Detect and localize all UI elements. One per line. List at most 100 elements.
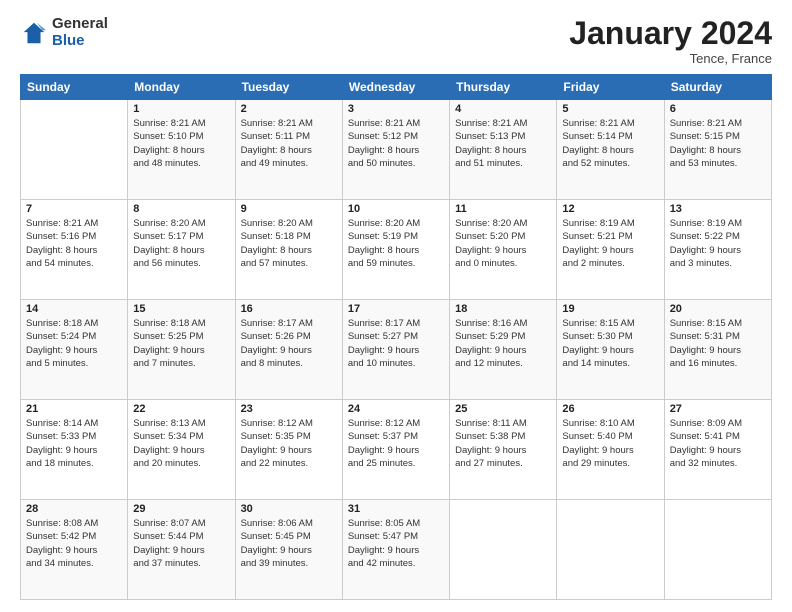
- week-row-4: 21 Sunrise: 8:14 AM Sunset: 5:33 PM Dayli…: [21, 400, 772, 500]
- day-number: 17: [348, 303, 444, 315]
- day-detail: Sunrise: 8:17 AM Sunset: 5:27 PM Dayligh…: [348, 317, 444, 370]
- day-detail: Sunrise: 8:18 AM Sunset: 5:25 PM Dayligh…: [133, 317, 229, 370]
- day-number: 10: [348, 203, 444, 215]
- calendar-cell: 11Sunrise: 8:20 AM Sunset: 5:20 PM Dayli…: [450, 200, 557, 300]
- week-row-1: 1 Sunrise: 8:21 AM Sunset: 5:10 PM Daylig…: [21, 100, 772, 200]
- calendar-cell: 10 Sunrise: 8:20 AM Sunset: 5:19 PM Dayli…: [342, 200, 449, 300]
- calendar-table: SundayMondayTuesdayWednesdayThursdayFrid…: [20, 74, 772, 600]
- calendar-cell: 31 Sunrise: 8:05 AM Sunset: 5:47 PM Dayli…: [342, 500, 449, 600]
- logo-blue-text: Blue: [52, 33, 108, 50]
- day-detail: Sunrise: 8:21 AM Sunset: 5:15 PM Dayligh…: [670, 117, 766, 170]
- day-detail: Sunrise: 8:06 AM Sunset: 5:45 PM Dayligh…: [241, 517, 337, 570]
- day-number: 27: [670, 403, 766, 415]
- day-number: 31: [348, 503, 444, 515]
- day-number: 3: [348, 103, 444, 115]
- day-number: 24: [348, 403, 444, 415]
- day-number: 29: [133, 503, 229, 515]
- day-number: 15: [133, 303, 229, 315]
- day-number: 19: [562, 303, 658, 315]
- calendar-cell: 5 Sunrise: 8:21 AM Sunset: 5:14 PM Daylig…: [557, 100, 664, 200]
- day-header-sunday: Sunday: [21, 75, 128, 100]
- calendar-cell: 28Sunrise: 8:08 AM Sunset: 5:42 PM Dayli…: [21, 500, 128, 600]
- day-header-saturday: Saturday: [664, 75, 771, 100]
- calendar-cell: 30 Sunrise: 8:06 AM Sunset: 5:45 PM Dayli…: [235, 500, 342, 600]
- calendar-cell: [450, 500, 557, 600]
- day-number: 28: [26, 503, 122, 515]
- day-detail: Sunrise: 8:15 AM Sunset: 5:30 PM Dayligh…: [562, 317, 658, 370]
- calendar-cell: 17 Sunrise: 8:17 AM Sunset: 5:27 PM Dayli…: [342, 300, 449, 400]
- week-row-5: 28Sunrise: 8:08 AM Sunset: 5:42 PM Dayli…: [21, 500, 772, 600]
- calendar-cell: 4Sunrise: 8:21 AM Sunset: 5:13 PM Daylig…: [450, 100, 557, 200]
- day-detail: Sunrise: 8:21 AM Sunset: 5:16 PM Dayligh…: [26, 217, 122, 270]
- calendar-cell: 23Sunrise: 8:12 AM Sunset: 5:35 PM Dayli…: [235, 400, 342, 500]
- day-detail: Sunrise: 8:09 AM Sunset: 5:41 PM Dayligh…: [670, 417, 766, 470]
- calendar-cell: 21 Sunrise: 8:14 AM Sunset: 5:33 PM Dayli…: [21, 400, 128, 500]
- calendar-cell: [557, 500, 664, 600]
- logo-general-text: General: [52, 16, 108, 33]
- day-detail: Sunrise: 8:15 AM Sunset: 5:31 PM Dayligh…: [670, 317, 766, 370]
- day-detail: Sunrise: 8:21 AM Sunset: 5:14 PM Dayligh…: [562, 117, 658, 170]
- day-detail: Sunrise: 8:13 AM Sunset: 5:34 PM Dayligh…: [133, 417, 229, 470]
- calendar-cell: [664, 500, 771, 600]
- day-number: 7: [26, 203, 122, 215]
- day-number: 20: [670, 303, 766, 315]
- calendar-cell: 26Sunrise: 8:10 AM Sunset: 5:40 PM Dayli…: [557, 400, 664, 500]
- header-row: SundayMondayTuesdayWednesdayThursdayFrid…: [21, 75, 772, 100]
- day-detail: Sunrise: 8:05 AM Sunset: 5:47 PM Dayligh…: [348, 517, 444, 570]
- day-number: 21: [26, 403, 122, 415]
- calendar-cell: 13 Sunrise: 8:19 AM Sunset: 5:22 PM Dayli…: [664, 200, 771, 300]
- day-number: 16: [241, 303, 337, 315]
- day-detail: Sunrise: 8:21 AM Sunset: 5:13 PM Dayligh…: [455, 117, 551, 170]
- day-number: 22: [133, 403, 229, 415]
- day-number: 5: [562, 103, 658, 115]
- day-detail: Sunrise: 8:20 AM Sunset: 5:19 PM Dayligh…: [348, 217, 444, 270]
- day-header-monday: Monday: [128, 75, 235, 100]
- day-number: 9: [241, 203, 337, 215]
- day-number: 1: [133, 103, 229, 115]
- day-detail: Sunrise: 8:16 AM Sunset: 5:29 PM Dayligh…: [455, 317, 551, 370]
- day-header-tuesday: Tuesday: [235, 75, 342, 100]
- month-title: January 2024: [569, 16, 772, 51]
- day-detail: Sunrise: 8:21 AM Sunset: 5:11 PM Dayligh…: [241, 117, 337, 170]
- day-detail: Sunrise: 8:19 AM Sunset: 5:21 PM Dayligh…: [562, 217, 658, 270]
- logo-text: General Blue: [52, 16, 108, 49]
- calendar-cell: 19 Sunrise: 8:15 AM Sunset: 5:30 PM Dayli…: [557, 300, 664, 400]
- day-detail: Sunrise: 8:20 AM Sunset: 5:17 PM Dayligh…: [133, 217, 229, 270]
- calendar-cell: 20 Sunrise: 8:15 AM Sunset: 5:31 PM Dayli…: [664, 300, 771, 400]
- day-header-thursday: Thursday: [450, 75, 557, 100]
- day-detail: Sunrise: 8:18 AM Sunset: 5:24 PM Dayligh…: [26, 317, 122, 370]
- day-number: 8: [133, 203, 229, 215]
- day-number: 6: [670, 103, 766, 115]
- day-number: 11: [455, 203, 551, 215]
- day-number: 30: [241, 503, 337, 515]
- week-row-2: 7 Sunrise: 8:21 AM Sunset: 5:16 PM Daylig…: [21, 200, 772, 300]
- day-number: 2: [241, 103, 337, 115]
- day-detail: Sunrise: 8:17 AM Sunset: 5:26 PM Dayligh…: [241, 317, 337, 370]
- calendar-cell: 25Sunrise: 8:11 AM Sunset: 5:38 PM Dayli…: [450, 400, 557, 500]
- calendar-cell: 1 Sunrise: 8:21 AM Sunset: 5:10 PM Daylig…: [128, 100, 235, 200]
- day-detail: Sunrise: 8:14 AM Sunset: 5:33 PM Dayligh…: [26, 417, 122, 470]
- day-number: 12: [562, 203, 658, 215]
- day-number: 25: [455, 403, 551, 415]
- calendar-cell: 9Sunrise: 8:20 AM Sunset: 5:18 PM Daylig…: [235, 200, 342, 300]
- calendar-page: General Blue January 2024 Tence, France …: [0, 0, 792, 612]
- header: General Blue January 2024 Tence, France: [20, 16, 772, 66]
- day-header-friday: Friday: [557, 75, 664, 100]
- calendar-cell: 22 Sunrise: 8:13 AM Sunset: 5:34 PM Dayli…: [128, 400, 235, 500]
- calendar-cell: 14 Sunrise: 8:18 AM Sunset: 5:24 PM Dayli…: [21, 300, 128, 400]
- day-number: 14: [26, 303, 122, 315]
- day-number: 23: [241, 403, 337, 415]
- calendar-cell: 3Sunrise: 8:21 AM Sunset: 5:12 PM Daylig…: [342, 100, 449, 200]
- logo-icon: [20, 19, 48, 47]
- calendar-cell: 6 Sunrise: 8:21 AM Sunset: 5:15 PM Daylig…: [664, 100, 771, 200]
- day-detail: Sunrise: 8:10 AM Sunset: 5:40 PM Dayligh…: [562, 417, 658, 470]
- calendar-cell: 29 Sunrise: 8:07 AM Sunset: 5:44 PM Dayli…: [128, 500, 235, 600]
- calendar-cell: 7 Sunrise: 8:21 AM Sunset: 5:16 PM Daylig…: [21, 200, 128, 300]
- day-detail: Sunrise: 8:19 AM Sunset: 5:22 PM Dayligh…: [670, 217, 766, 270]
- calendar-cell: 16 Sunrise: 8:17 AM Sunset: 5:26 PM Dayli…: [235, 300, 342, 400]
- day-number: 18: [455, 303, 551, 315]
- day-detail: Sunrise: 8:21 AM Sunset: 5:10 PM Dayligh…: [133, 117, 229, 170]
- day-number: 13: [670, 203, 766, 215]
- calendar-cell: 18 Sunrise: 8:16 AM Sunset: 5:29 PM Dayli…: [450, 300, 557, 400]
- day-detail: Sunrise: 8:07 AM Sunset: 5:44 PM Dayligh…: [133, 517, 229, 570]
